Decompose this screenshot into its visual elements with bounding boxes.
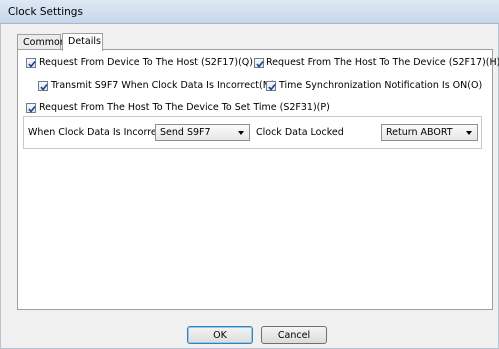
tab-details[interactable]: Details <box>62 33 103 51</box>
checkmark-icon <box>28 61 36 68</box>
req-host-to-device-checkbox[interactable] <box>254 58 264 68</box>
req-host-set-time-label: Request From The Host To The Device To S… <box>39 102 330 113</box>
chevron-down-icon <box>238 131 244 135</box>
tab-common-label: Common <box>23 37 66 48</box>
clock-locked-label: Clock Data Locked <box>256 127 344 138</box>
ok-button[interactable]: OK <box>187 326 253 344</box>
req-device-to-host-checkbox[interactable] <box>26 58 36 68</box>
time-sync-notification-checkbox[interactable] <box>266 81 276 91</box>
incorrect-clock-label: When Clock Data Is Incorrect <box>28 127 166 138</box>
incorrect-clock-value: Send S9F7 <box>160 127 211 138</box>
checkmark-icon <box>256 61 264 68</box>
clock-locked-value: Return ABORT <box>386 127 453 138</box>
transmit-s9f7-checkbox[interactable] <box>38 81 48 91</box>
req-host-to-device-label: Request From The Host To The Device (S2F… <box>266 57 499 68</box>
checkmark-icon <box>268 84 276 91</box>
tab-details-label: Details <box>68 36 101 47</box>
cancel-button[interactable]: Cancel <box>261 326 327 344</box>
chevron-down-icon <box>466 131 472 135</box>
tab-common[interactable]: Common <box>17 34 66 50</box>
ok-button-label: OK <box>213 330 227 341</box>
checkmark-icon <box>40 84 48 91</box>
cancel-button-label: Cancel <box>277 330 311 341</box>
incorrect-clock-select[interactable]: Send S9F7 <box>155 124 250 141</box>
req-device-to-host-label: Request From Device To The Host (S2F17)(… <box>39 57 253 68</box>
window-title: Clock Settings <box>8 6 83 18</box>
clock-locked-select[interactable]: Return ABORT <box>381 124 478 141</box>
transmit-s9f7-label: Transmit S9F7 When Clock Data Is Incorre… <box>51 80 275 91</box>
title-bar: Clock Settings <box>0 0 499 24</box>
time-sync-notification-label: Time Synchronization Notification Is ON(… <box>279 80 483 91</box>
req-host-set-time-checkbox[interactable] <box>26 103 36 113</box>
checkmark-icon <box>28 106 36 113</box>
